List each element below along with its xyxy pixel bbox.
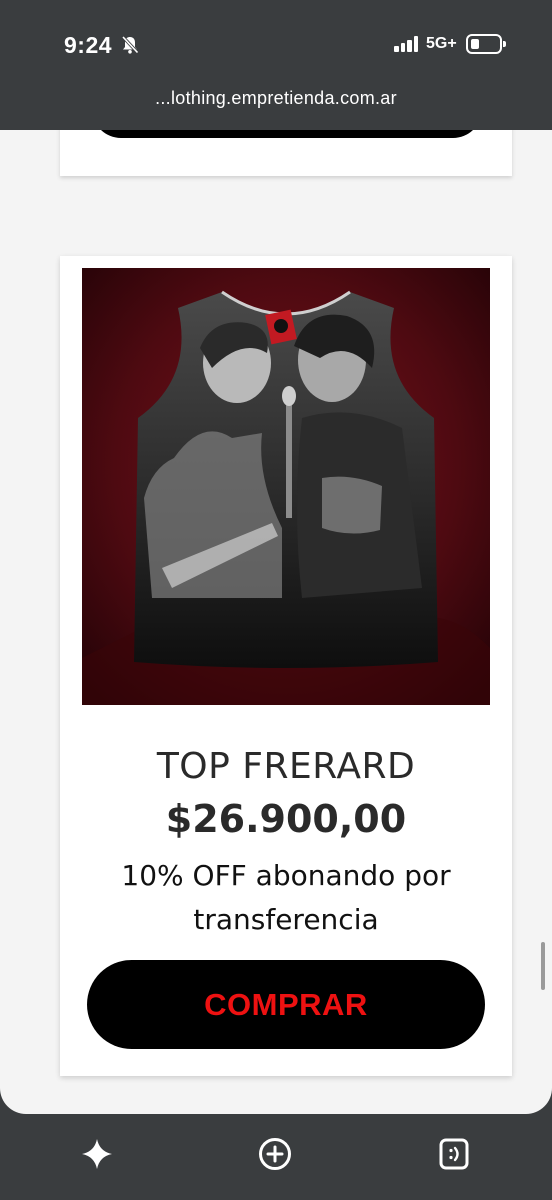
signal-icon (394, 36, 420, 52)
status-bar: 9:24 5G+ (0, 0, 552, 82)
buy-button[interactable]: COMPRAR (87, 960, 485, 1049)
tabs-icon[interactable] (437, 1137, 471, 1171)
previous-product-card (60, 130, 512, 176)
network-type: 5G+ (426, 35, 457, 52)
previous-buy-button[interactable] (92, 130, 482, 138)
url-bar[interactable]: ...lothing.empretienda.com.ar (0, 82, 552, 130)
url-text: ...lothing.empretienda.com.ar (155, 88, 397, 108)
bell-muted-icon (121, 35, 139, 54)
product-photo (82, 268, 490, 705)
browser-bottom-bar (0, 1114, 552, 1200)
product-promo: 10% OFF abonando por transferencia (121, 859, 451, 936)
add-circle-icon[interactable] (258, 1137, 292, 1171)
product-card: TOP FRERARD $26.900,00 10% OFF abonando … (60, 256, 512, 1076)
product-price: $26.900,00 (165, 797, 407, 841)
product-name[interactable]: TOP FRERARD (60, 746, 512, 787)
page-viewport: TOP FRERARD $26.900,00 10% OFF abonando … (0, 130, 552, 1114)
scrollbar-thumb[interactable] (541, 942, 545, 990)
buy-button-label: COMPRAR (204, 986, 368, 1022)
product-image[interactable] (82, 268, 490, 705)
status-time: 9:24 (64, 32, 113, 58)
battery-icon (466, 34, 506, 54)
sparkle-icon[interactable] (80, 1137, 114, 1171)
